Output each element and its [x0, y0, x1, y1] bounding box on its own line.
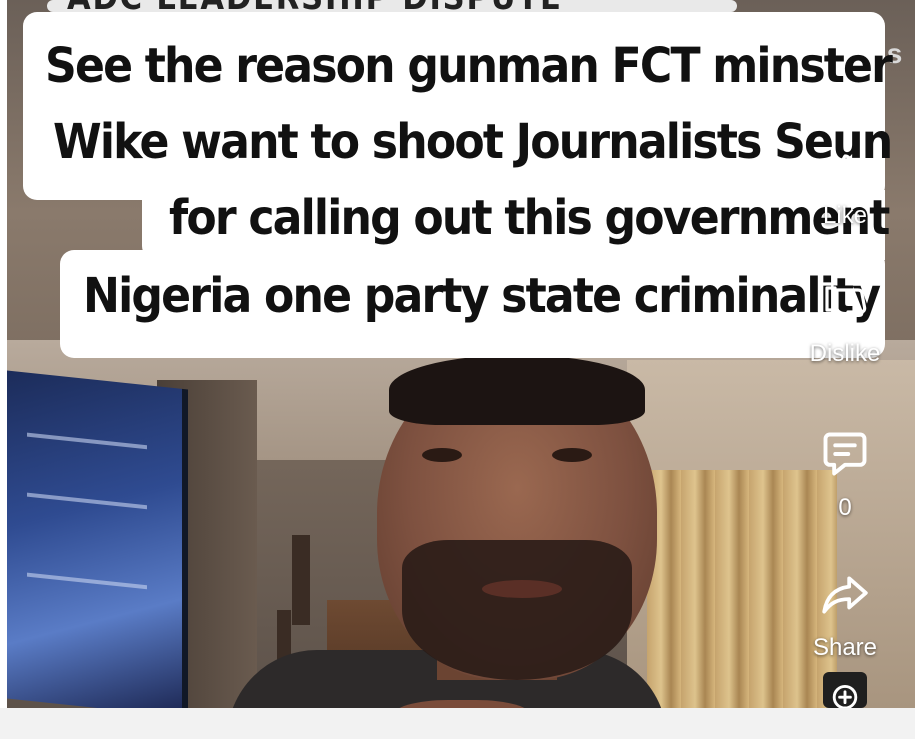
comment-count: 0 [838, 494, 852, 521]
person-eye [552, 448, 592, 462]
bottom-margin [0, 708, 915, 739]
like-label: Like [822, 202, 868, 229]
caption-line-3: for calling out this government [169, 190, 890, 246]
caption-line-4: Nigeria one party state criminality [83, 268, 881, 324]
dislike-button[interactable]: Dislike [790, 282, 900, 368]
share-label: Share [812, 634, 878, 661]
caption-line-2: Wike want to shoot Journalists Seun [53, 114, 893, 170]
share-icon [822, 576, 868, 614]
left-margin [0, 0, 7, 739]
thumbs-up-icon [825, 154, 867, 194]
tv-screen-detail [27, 432, 147, 450]
comment-icon [823, 432, 867, 476]
dislike-label: Dislike [809, 340, 881, 367]
remix-thumbnail [823, 672, 867, 708]
person-mouth [482, 580, 562, 598]
like-button[interactable]: Like [790, 150, 900, 230]
remix-button[interactable] [790, 672, 900, 708]
share-button[interactable]: Share [790, 570, 900, 662]
person-beard [402, 540, 632, 680]
comments-button[interactable]: 0 [790, 428, 900, 522]
person-hair [389, 355, 645, 425]
tv-screen-detail [27, 572, 147, 590]
action-rail: Like Dislike 0 Share [790, 0, 910, 708]
video-player[interactable]: ADC LEADERSHIP DISPUTE is See the reason… [7, 0, 915, 708]
person-eye [422, 448, 462, 462]
caption-line-1: See the reason gunman FCT minster [45, 38, 893, 94]
thumbs-down-icon [825, 286, 867, 326]
television [7, 370, 188, 708]
wall-frame [292, 535, 310, 625]
remix-icon [832, 684, 858, 708]
tv-screen-detail [27, 492, 147, 510]
